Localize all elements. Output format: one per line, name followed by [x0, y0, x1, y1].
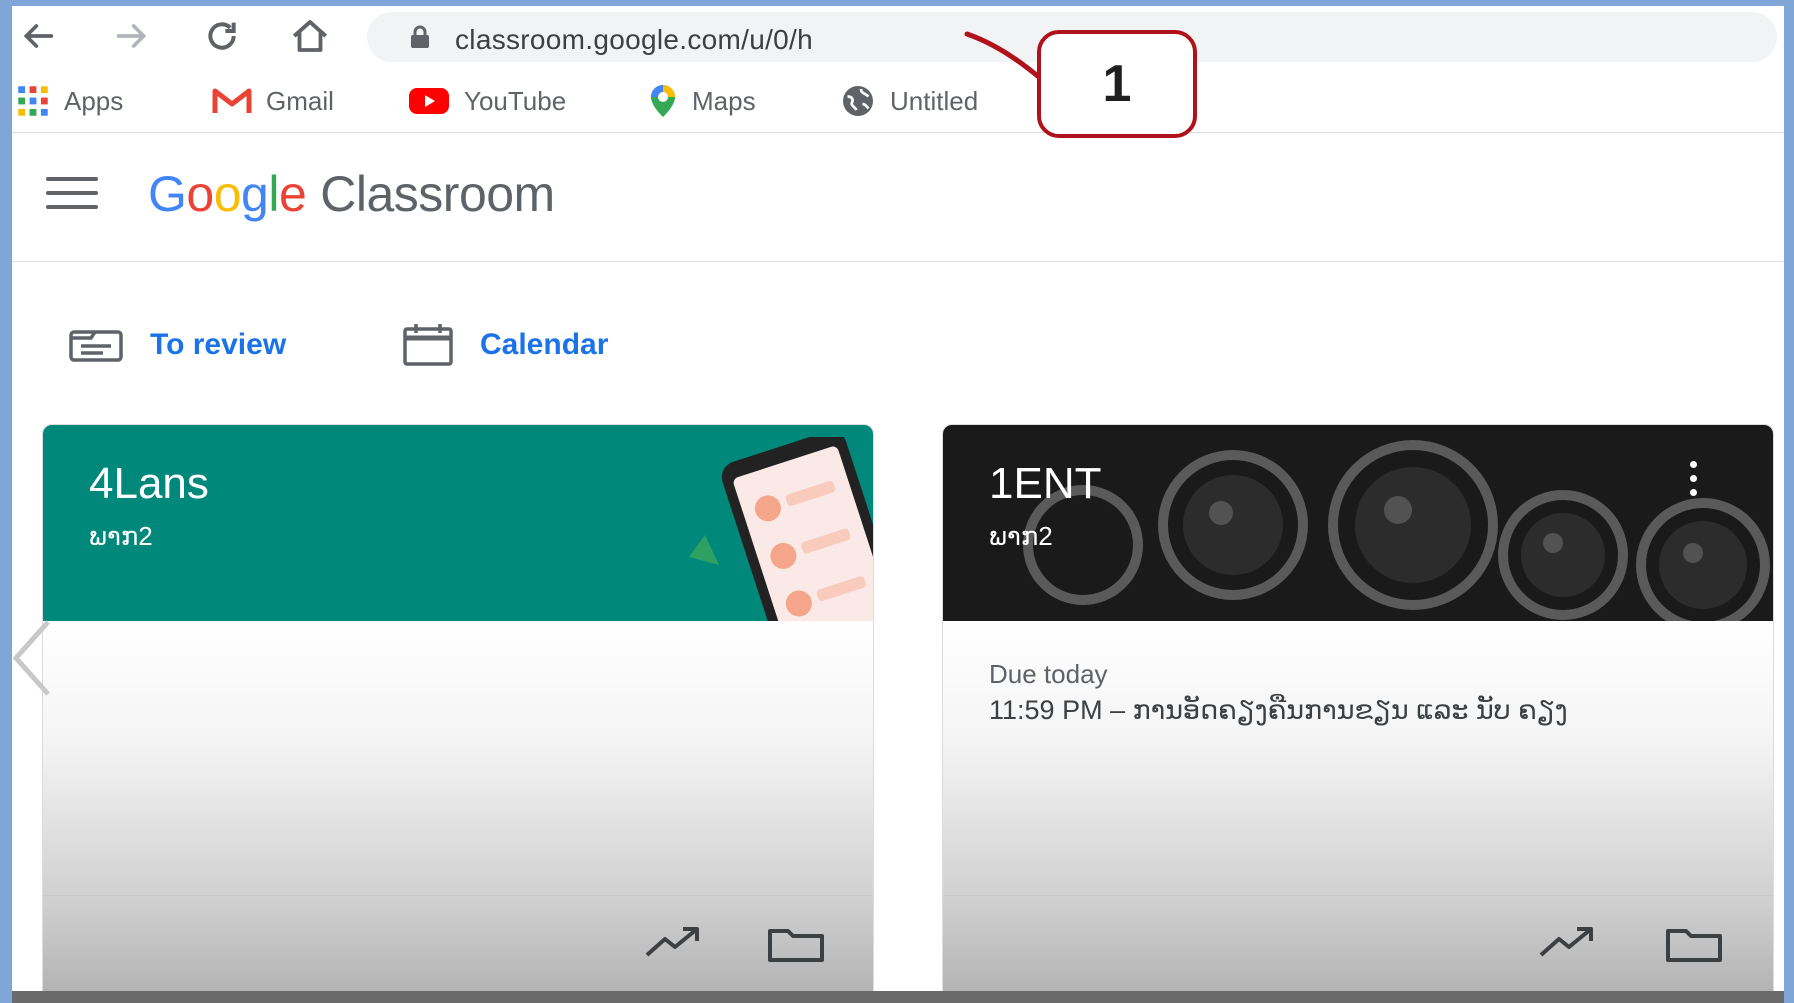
trending-icon[interactable]	[1537, 925, 1597, 961]
logo-product-name: Classroom	[320, 166, 555, 222]
menu-line	[46, 191, 98, 195]
banner-pattern	[1023, 440, 1770, 621]
class-name[interactable]: 1ENT	[989, 459, 1101, 509]
home-icon	[292, 20, 328, 52]
bookmark-label: Maps	[692, 85, 756, 116]
reload-icon	[208, 22, 236, 50]
logo-letter: o	[186, 166, 214, 222]
bookmark-youtube[interactable]: YouTube	[408, 84, 566, 118]
maps-icon	[651, 85, 675, 117]
bookmarks-bar: Apps Gmail YouTube Maps Untitled	[12, 70, 1784, 132]
class-section: ພາກ2	[89, 521, 153, 551]
logo-letter: G	[148, 166, 187, 222]
bookmark-label: YouTube	[464, 85, 567, 116]
bookmark-untitled[interactable]: Untitled	[840, 84, 978, 118]
main-menu-button[interactable]	[46, 177, 98, 213]
logo-letter: o	[213, 166, 242, 222]
class-card-banner[interactable]: 4Lans ພາກ2	[43, 425, 873, 621]
to-review-label: To review	[150, 328, 287, 361]
bookmark-apps[interactable]: Apps	[16, 84, 123, 118]
logo-letter: e	[278, 166, 307, 222]
chevron-left-icon[interactable]	[12, 618, 52, 698]
folder-icon[interactable]	[1665, 925, 1723, 963]
folder-icon[interactable]	[767, 925, 825, 963]
app-header: Google Classroom	[12, 133, 1784, 262]
bottom-strip	[12, 991, 1784, 1003]
card-divider	[943, 895, 1773, 896]
more-vert-dot	[1689, 461, 1697, 468]
phone-illustration	[689, 437, 873, 621]
url-text: classroom.google.com/u/0/h	[455, 24, 813, 55]
due-assignment-link[interactable]: 11:59 PM – ການອັດຄຽງຄືນການຂຽນ ແລະ ນັບ ຄຽ…	[989, 695, 1568, 726]
logo-letter: l	[268, 166, 279, 222]
google-classroom-logo[interactable]: Google Classroom	[148, 165, 555, 223]
back-button[interactable]	[16, 14, 60, 58]
more-vert-dot	[1689, 475, 1697, 482]
bookmark-gmail[interactable]: Gmail	[212, 84, 334, 118]
bookmark-label: Apps	[64, 85, 124, 116]
bookmark-label: Untitled	[890, 85, 979, 116]
lock-icon	[411, 25, 429, 48]
review-icon	[69, 330, 123, 362]
forward-button[interactable]	[110, 14, 154, 58]
trending-icon[interactable]	[643, 925, 703, 961]
browser-window: classroom.google.com/u/0/h Apps Gmail Yo…	[12, 6, 1784, 1003]
home-button[interactable]	[288, 14, 332, 58]
menu-line	[46, 177, 98, 181]
bookmark-label: Gmail	[266, 85, 334, 116]
gmail-icon	[212, 88, 252, 113]
menu-line	[46, 205, 98, 209]
class-card-body	[43, 621, 873, 1003]
youtube-icon	[409, 88, 449, 114]
class-card-banner[interactable]: 1ENT ພາກ2	[943, 425, 1773, 621]
forward-arrow-icon	[116, 24, 147, 48]
more-vert-dot	[1689, 489, 1697, 496]
class-card-4lans[interactable]: 4Lans ພາກ2	[42, 424, 874, 1003]
back-arrow-icon	[23, 24, 54, 48]
class-name[interactable]: 4Lans	[89, 459, 209, 509]
card-divider	[43, 895, 873, 896]
calendar-link[interactable]: Calendar	[402, 320, 608, 370]
class-card-1ent[interactable]: 1ENT ພາກ2 Due today 11:59 PM – ການອັດຄຽງ…	[942, 424, 1774, 1003]
calendar-label: Calendar	[480, 328, 609, 361]
calendar-icon	[403, 324, 453, 366]
bookmark-maps[interactable]: Maps	[648, 84, 756, 118]
to-review-link[interactable]: To review	[68, 320, 286, 370]
class-options-button[interactable]	[1683, 461, 1703, 511]
annotation-callout: 1	[1037, 30, 1197, 138]
logo-letter: g	[241, 166, 269, 222]
reload-button[interactable]	[200, 14, 244, 58]
due-label: Due today	[989, 659, 1108, 689]
globe-icon	[843, 86, 873, 116]
class-section: ພາກ2	[989, 521, 1053, 551]
browser-toolbar: classroom.google.com/u/0/h	[12, 6, 1784, 68]
apps-grid-icon	[18, 86, 48, 116]
